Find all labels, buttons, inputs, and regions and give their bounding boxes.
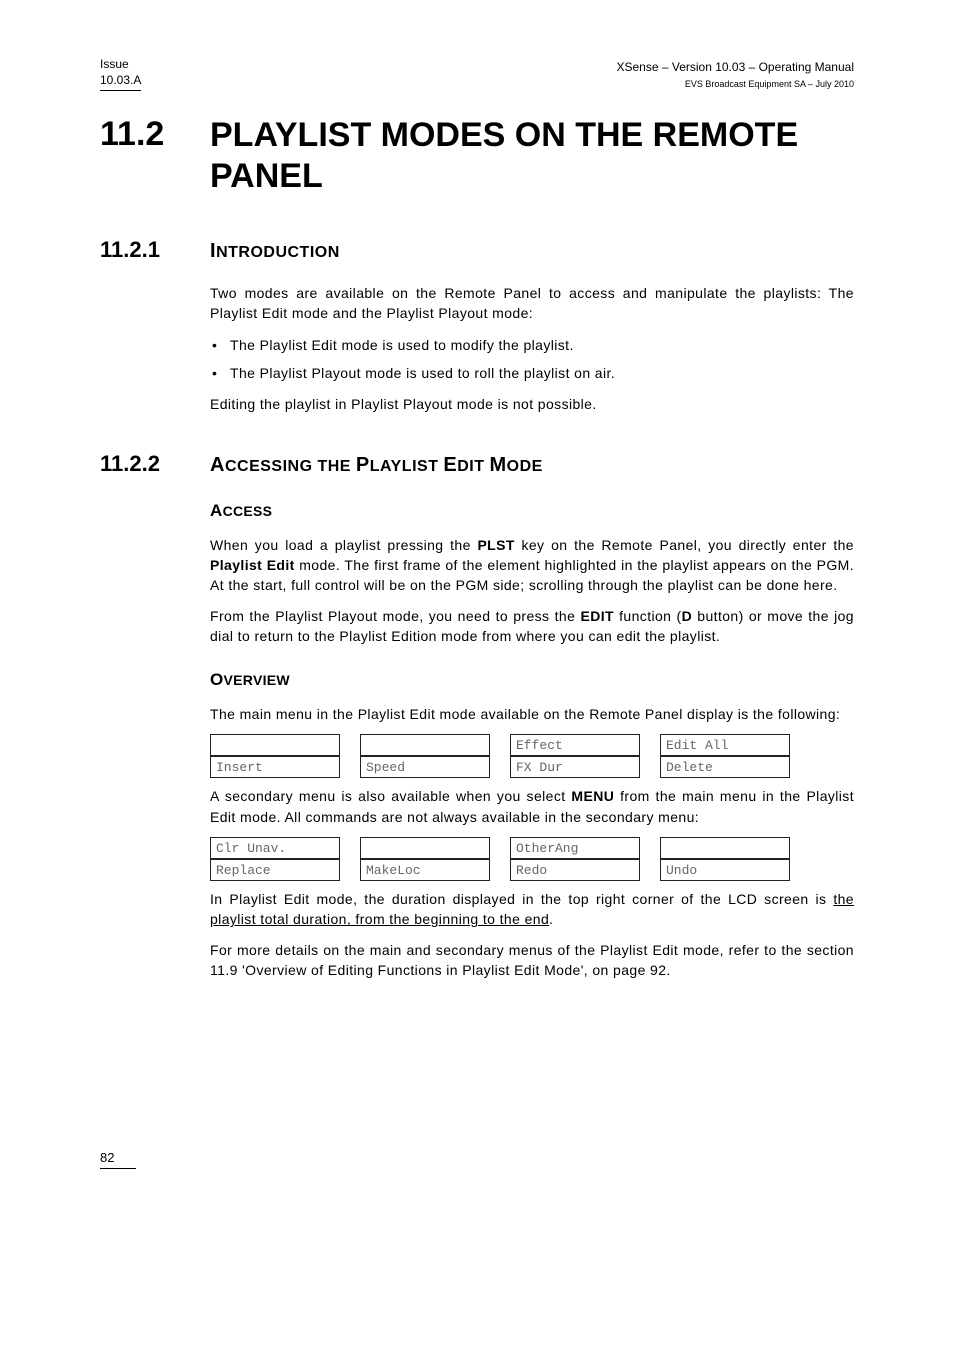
menu-cell: Clr Unav. [210, 837, 340, 859]
heading-3-access: ACCESS [210, 501, 854, 521]
menu-cell [210, 734, 340, 756]
overview-p1: The main menu in the Playlist Edit mode … [210, 704, 854, 724]
menu-gap [340, 756, 360, 778]
menu-cell: Replace [210, 859, 340, 881]
menu-gap [640, 756, 660, 778]
menu-gap [340, 837, 360, 859]
heading-2-intro: 11.2.1 INTRODUCTION [100, 237, 854, 263]
menu-cell: Edit All [660, 734, 790, 756]
menu-cell [360, 837, 490, 859]
menu-table-primary: Effect Edit All Insert Speed FX Dur Dele… [210, 734, 790, 778]
overview-p2: A secondary menu is also available when … [210, 786, 854, 827]
access-p2: From the Playlist Playout mode, you need… [210, 606, 854, 647]
menu-cell: Insert [210, 756, 340, 778]
h2-number: 11.2.1 [100, 237, 188, 263]
overview-content: The main menu in the Playlist Edit mode … [210, 704, 854, 980]
header-issue: Issue 10.03.A [100, 56, 141, 91]
header-doc-info: XSense – Version 10.03 – Operating Manua… [617, 60, 855, 91]
h2-number: 11.2.2 [100, 451, 188, 477]
access-content: When you load a playlist pressing the PL… [210, 535, 854, 646]
menu-gap [340, 734, 360, 756]
menu-cell: Effect [510, 734, 640, 756]
page-number: 82 [100, 1150, 136, 1169]
heading-2-access: 11.2.2 ACCESSING THE PLAYLIST EDIT MODE [100, 451, 854, 477]
menu-gap [640, 859, 660, 881]
bullet-playout-mode: The Playlist Playout mode is used to rol… [210, 362, 854, 384]
menu-gap [490, 756, 510, 778]
menu-table-secondary: Clr Unav. OtherAng Replace MakeLoc Redo … [210, 837, 790, 881]
bullet-edit-mode: The Playlist Edit mode is used to modify… [210, 334, 854, 356]
overview-p4: For more details on the main and seconda… [210, 940, 854, 981]
doc-title: XSense – Version 10.03 – Operating Manua… [617, 60, 855, 74]
h2-title: INTRODUCTION [210, 240, 340, 263]
intro-p1: Two modes are available on the Remote Pa… [210, 283, 854, 324]
menu-gap [640, 734, 660, 756]
menu-gap [490, 859, 510, 881]
menu-cell: OtherAng [510, 837, 640, 859]
menu-gap [490, 734, 510, 756]
menu-cell: MakeLoc [360, 859, 490, 881]
menu-cell [660, 837, 790, 859]
h1-title: PLAYLIST MODES ON THE REMOTE PANEL [210, 115, 854, 197]
page-header: Issue 10.03.A XSense – Version 10.03 – O… [100, 56, 854, 91]
section-intro-content: Two modes are available on the Remote Pa… [210, 283, 854, 415]
menu-gap [340, 859, 360, 881]
menu-gap [490, 837, 510, 859]
heading-3-overview: OVERVIEW [210, 670, 854, 690]
menu-cell: Delete [660, 756, 790, 778]
intro-p2: Editing the playlist in Playlist Playout… [210, 394, 854, 414]
menu-cell: Redo [510, 859, 640, 881]
intro-bullets: The Playlist Edit mode is used to modify… [210, 334, 854, 385]
menu-cell: FX Dur [510, 756, 640, 778]
h1-number: 11.2 [100, 115, 188, 154]
menu-cell [360, 734, 490, 756]
access-p1: When you load a playlist pressing the PL… [210, 535, 854, 596]
issue-value: 10.03.A [100, 73, 141, 87]
menu-cell: Speed [360, 756, 490, 778]
issue-label: Issue [100, 57, 129, 71]
overview-p3: In Playlist Edit mode, the duration disp… [210, 889, 854, 930]
h2-title: ACCESSING THE PLAYLIST EDIT MODE [210, 454, 543, 477]
menu-gap [640, 837, 660, 859]
menu-cell: Undo [660, 859, 790, 881]
doc-subtitle: EVS Broadcast Equipment SA – July 2010 [685, 79, 854, 89]
heading-1: 11.2 PLAYLIST MODES ON THE REMOTE PANEL [100, 115, 854, 197]
